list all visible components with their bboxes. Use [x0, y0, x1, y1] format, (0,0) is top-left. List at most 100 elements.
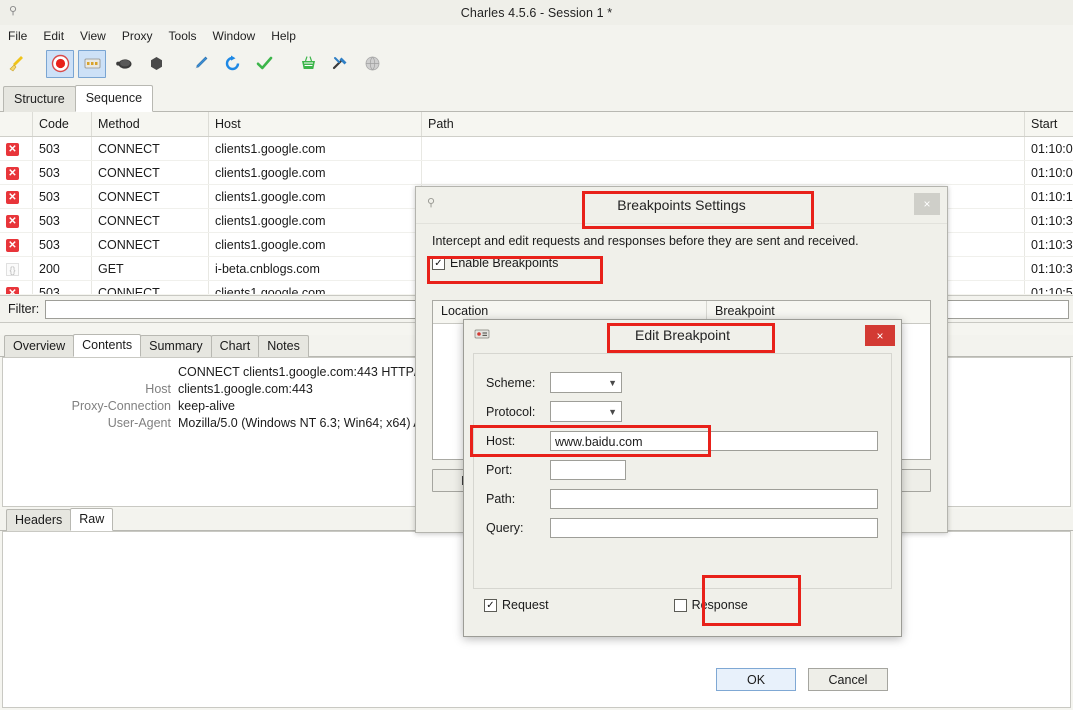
col-header-code[interactable]: Code	[32, 112, 92, 137]
pen-icon[interactable]	[186, 50, 214, 78]
turtle-icon[interactable]	[110, 50, 138, 78]
chevron-down-icon: ▼	[608, 377, 617, 388]
broom-icon[interactable]	[2, 50, 30, 78]
tab-sequence[interactable]: Sequence	[74, 85, 154, 112]
tab-notes[interactable]: Notes	[258, 335, 309, 357]
protocol-select[interactable]: ▼	[550, 401, 622, 422]
breakpoints-icon[interactable]	[78, 49, 106, 78]
close-icon[interactable]: ×	[865, 325, 895, 346]
row-start: 01:10:33	[1024, 208, 1073, 233]
menu-proxy[interactable]: Proxy	[114, 27, 161, 45]
scheme-select[interactable]: ▼	[550, 372, 622, 393]
breakpoints-dialog-title: Breakpoints Settings	[617, 197, 746, 213]
check-icon[interactable]	[250, 50, 278, 78]
view-tabs: Structure Sequence	[0, 80, 1073, 112]
col-header-host[interactable]: Host	[208, 112, 422, 137]
host-input[interactable]: www.baidu.com	[550, 430, 878, 451]
title-bar: ⚲ Charles 4.5.6 - Session 1 *	[0, 0, 1073, 26]
menu-tools[interactable]: Tools	[161, 27, 205, 45]
record-icon[interactable]	[46, 49, 74, 78]
cancel-button[interactable]: Cancel	[808, 668, 888, 691]
tab-raw[interactable]: Raw	[70, 508, 114, 531]
menu-file[interactable]: File	[0, 27, 35, 45]
tab-contents[interactable]: Contents	[73, 334, 142, 357]
row-host: clients1.google.com	[208, 136, 422, 161]
enable-breakpoints-label: Enable Breakpoints	[450, 256, 559, 270]
query-input[interactable]	[550, 517, 878, 538]
globe-icon[interactable]	[358, 50, 386, 78]
table-row[interactable]: ✕ 503 CONNECT clients1.google.com 01:10:…	[0, 136, 1073, 161]
edit-breakpoint-form: Scheme: ▼ Protocol: ▼ Host: www.baidu.co…	[473, 353, 892, 589]
response-checkbox-row[interactable]: Response	[673, 598, 748, 612]
form-row-query: Query:	[486, 513, 879, 542]
basket-icon[interactable]	[294, 50, 322, 78]
row-method: CONNECT	[91, 208, 209, 233]
port-label: Port:	[486, 462, 513, 477]
edit-breakpoint-dialog: Edit Breakpoint × Scheme: ▼ Protocol: ▼ …	[463, 319, 902, 691]
tab-chart[interactable]: Chart	[210, 335, 260, 357]
menu-bar: File Edit View Proxy Tools Window Help	[0, 25, 1073, 48]
tab-summary[interactable]: Summary	[140, 335, 212, 357]
row-start: 01:10:39	[1024, 256, 1073, 281]
form-row-host: Host: www.baidu.com	[486, 426, 879, 455]
menu-help[interactable]: Help	[263, 27, 304, 45]
col-header-path[interactable]: Path	[421, 112, 1025, 137]
close-icon[interactable]: ×	[914, 193, 940, 215]
header-value: keep-alive	[178, 399, 235, 413]
breakpoint-icon	[473, 326, 491, 344]
path-input[interactable]	[550, 488, 878, 509]
row-method: CONNECT	[91, 160, 209, 185]
col-header-status[interactable]	[0, 112, 33, 137]
row-host: i-beta.cnblogs.com	[208, 256, 422, 281]
form-row-protocol: Protocol: ▼	[486, 397, 879, 426]
wrench-icon[interactable]	[326, 50, 354, 78]
refresh-icon[interactable]	[218, 50, 246, 78]
breakpoints-description: Intercept and edit requests and response…	[432, 234, 859, 248]
row-code: 503	[32, 160, 92, 185]
form-row-port: Port:	[486, 455, 879, 484]
menu-window[interactable]: Window	[205, 27, 264, 45]
row-method: CONNECT	[91, 136, 209, 161]
edit-breakpoint-title: Edit Breakpoint	[635, 327, 730, 343]
row-host: clients1.google.com	[208, 160, 422, 185]
row-host: clients1.google.com	[208, 184, 422, 209]
filter-label: Filter:	[8, 302, 40, 316]
tab-headers[interactable]: Headers	[6, 509, 72, 531]
menu-view[interactable]: View	[72, 27, 114, 45]
col-header-start[interactable]: Start	[1024, 112, 1073, 137]
row-method: CONNECT	[91, 184, 209, 209]
hexagon-icon[interactable]	[142, 50, 170, 78]
row-host: clients1.google.com	[208, 208, 422, 233]
row-status-icon: ✕	[0, 232, 33, 257]
row-host: clients1.google.com	[208, 232, 422, 257]
form-row-scheme: Scheme: ▼	[486, 368, 879, 397]
check-icon[interactable]: ✓	[432, 256, 445, 270]
window-title: Charles 4.5.6 - Session 1 *	[460, 5, 613, 20]
row-host: clients1.google.com	[208, 280, 422, 294]
charles-icon: ⚲	[8, 5, 18, 17]
header-key	[3, 364, 178, 381]
row-code: 503	[32, 232, 92, 257]
protocol-label: Protocol:	[486, 404, 536, 419]
header-key: Host	[145, 382, 171, 396]
row-code: 503	[32, 208, 92, 233]
checkbox-empty-icon[interactable]	[673, 598, 687, 612]
row-status-icon: ✕	[0, 208, 33, 233]
row-method: CONNECT	[91, 232, 209, 257]
row-start: 01:10:04	[1024, 136, 1073, 161]
col-header-method[interactable]: Method	[91, 112, 209, 137]
row-start: 01:10:04	[1024, 160, 1073, 185]
table-row[interactable]: ✕ 503 CONNECT clients1.google.com 01:10:…	[0, 160, 1073, 185]
request-checkbox-row[interactable]: ✓ Request	[484, 598, 549, 612]
form-row-path: Path:	[486, 484, 879, 513]
check-icon[interactable]: ✓	[484, 598, 497, 612]
port-input[interactable]	[550, 459, 626, 480]
tab-overview[interactable]: Overview	[4, 335, 75, 357]
enable-breakpoints-checkbox-row[interactable]: ✓ Enable Breakpoints	[416, 254, 947, 270]
ok-button[interactable]: OK	[716, 668, 796, 691]
edit-breakpoint-buttons: OK Cancel	[716, 668, 888, 691]
menu-edit[interactable]: Edit	[35, 27, 72, 45]
tab-structure[interactable]: Structure	[3, 86, 76, 112]
row-status-icon: ✕	[0, 136, 33, 161]
row-status-icon: ✕	[0, 184, 33, 209]
